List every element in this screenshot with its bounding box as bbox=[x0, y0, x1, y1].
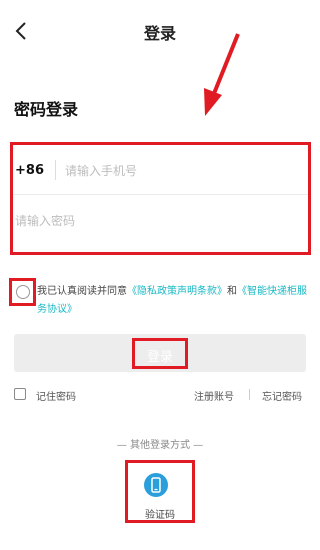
forgot-password-link[interactable]: 忘记密码 bbox=[262, 388, 302, 403]
login-button-highlight: 登录 bbox=[132, 338, 188, 369]
other-login-title: — 其他登录方式 — bbox=[116, 440, 204, 451]
section-title: 密码登录 bbox=[14, 100, 79, 119]
page-title: 登录 bbox=[143, 24, 176, 43]
privacy-link[interactable]: 《隐私政策声明条款》 bbox=[127, 286, 227, 297]
red-arrow-annotation bbox=[204, 33, 240, 116]
agreement-conjunction: 和 bbox=[227, 286, 237, 297]
login-form: +86 bbox=[10, 142, 311, 255]
divider bbox=[55, 160, 56, 180]
divider bbox=[249, 389, 250, 400]
header: 登录 bbox=[0, 0, 320, 62]
country-code[interactable]: +86 bbox=[15, 163, 44, 178]
phone-row: +86 bbox=[13, 145, 308, 195]
agreement-text: 我已认真阅读并同意《隐私政策声明条款》和《智能快递柜服务协议》 bbox=[37, 283, 313, 319]
options-row: 记住密码 注册账号 忘记密码 bbox=[14, 386, 306, 404]
code-login-label[interactable]: 验证码 bbox=[128, 506, 192, 521]
agree-radio-highlight bbox=[9, 278, 36, 306]
password-input[interactable] bbox=[15, 211, 295, 231]
login-button-label[interactable]: 登录 bbox=[135, 346, 185, 365]
code-login-button[interactable]: 验证码 bbox=[125, 460, 195, 523]
phone-input[interactable] bbox=[65, 161, 295, 181]
agreement-prefix: 我已认真阅读并同意 bbox=[37, 286, 127, 297]
agree-radio[interactable] bbox=[16, 285, 30, 299]
register-link[interactable]: 注册账号 bbox=[194, 388, 234, 403]
phone-icon bbox=[144, 473, 168, 497]
remember-checkbox[interactable] bbox=[14, 388, 26, 400]
remember-label[interactable]: 记住密码 bbox=[36, 388, 76, 403]
